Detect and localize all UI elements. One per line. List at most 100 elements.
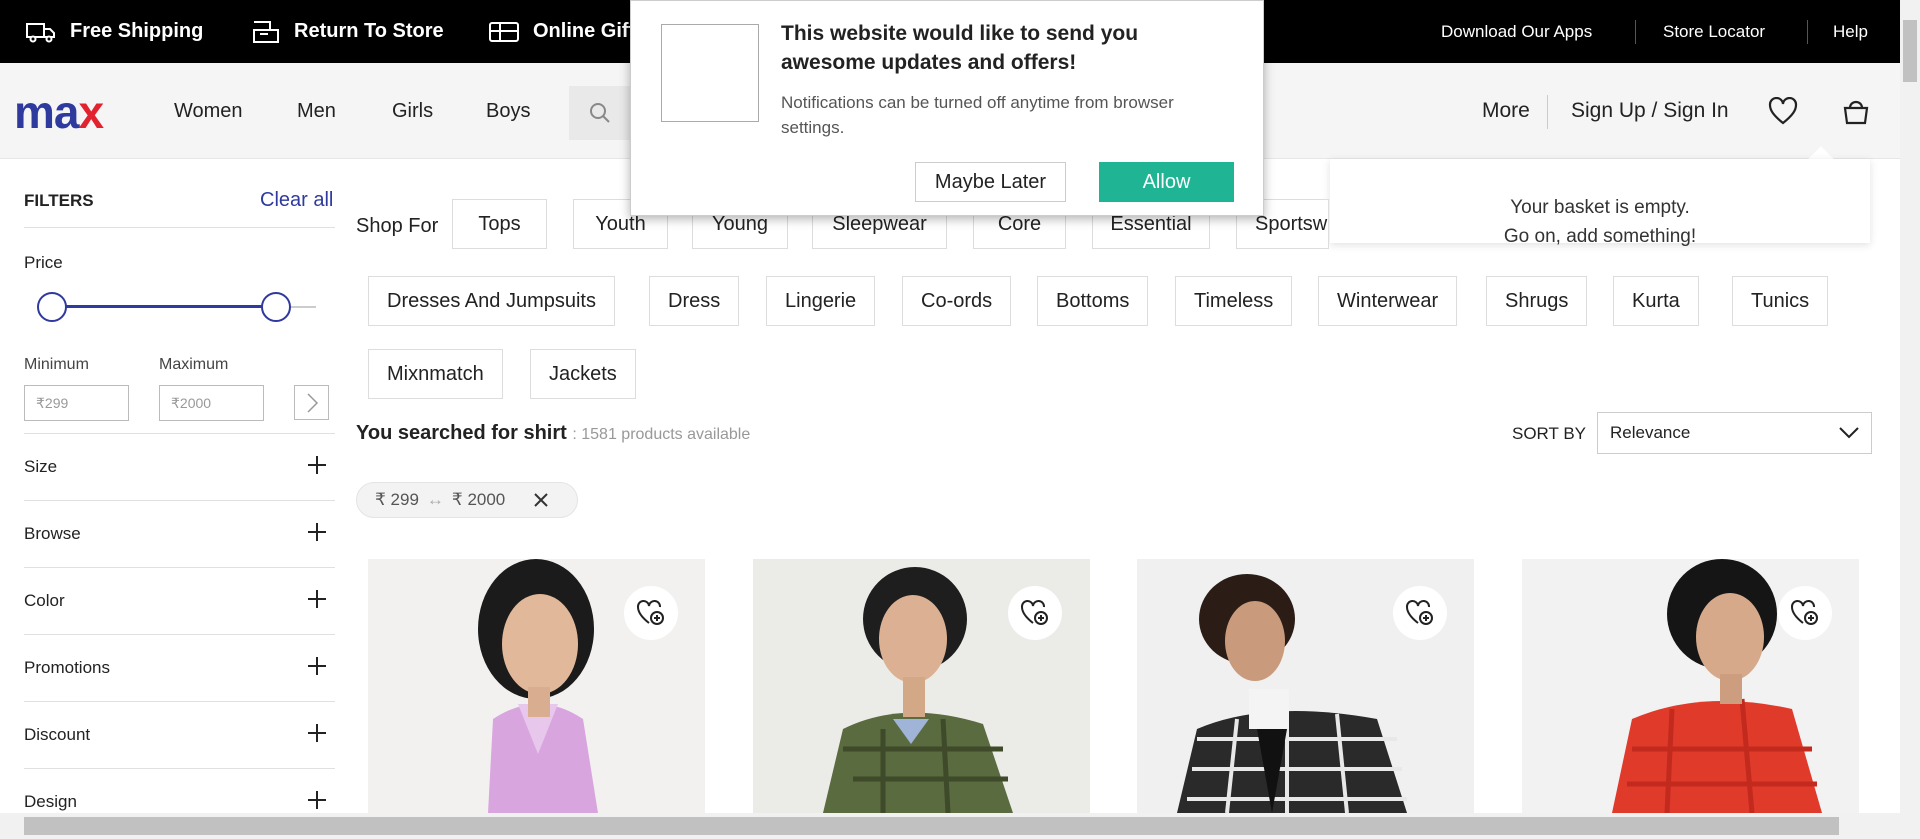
nav-men[interactable]: Men bbox=[297, 63, 336, 159]
plus-icon bbox=[307, 522, 327, 547]
facet-label: Design bbox=[24, 792, 77, 811]
chevron-right-icon bbox=[306, 392, 318, 413]
chip-kurta[interactable]: Kurta bbox=[1613, 276, 1699, 326]
plus-icon bbox=[307, 723, 327, 748]
add-to-wishlist-button[interactable] bbox=[624, 586, 678, 640]
search-query-text: You searched for shirt bbox=[356, 422, 567, 444]
chip-dress[interactable]: Dress bbox=[649, 276, 740, 326]
heart-plus-icon bbox=[637, 600, 664, 625]
download-apps-link[interactable]: Download Our Apps bbox=[1441, 0, 1592, 63]
product-count: : 1581 products available bbox=[572, 426, 751, 443]
chip-bottoms[interactable]: Bottoms bbox=[1037, 276, 1149, 326]
shop-for-label: Shop For bbox=[356, 215, 439, 237]
help-link[interactable]: Help bbox=[1833, 0, 1868, 63]
basket-empty-line1: Your basket is empty. bbox=[1510, 197, 1690, 218]
sort-select[interactable]: Relevance bbox=[1597, 412, 1872, 454]
nav-women[interactable]: Women bbox=[174, 63, 243, 159]
store-locator-label: Store Locator bbox=[1663, 21, 1766, 41]
divider bbox=[1547, 95, 1548, 129]
divider bbox=[1635, 20, 1636, 44]
sort-by-label: SORT BY bbox=[1512, 424, 1587, 443]
remove-filter-button[interactable] bbox=[532, 491, 550, 514]
facet-label: Browse bbox=[24, 524, 81, 543]
maximum-label: Maximum bbox=[159, 356, 229, 373]
notification-permission-popup: This website would like to send you awes… bbox=[630, 0, 1264, 216]
chip-co-ords[interactable]: Co-ords bbox=[902, 276, 1012, 326]
price-title: Price bbox=[24, 253, 63, 272]
search-input[interactable] bbox=[569, 86, 631, 140]
divider bbox=[24, 227, 335, 228]
chip-mixnmatch[interactable]: Mixnmatch bbox=[368, 349, 503, 399]
chip-tops[interactable]: Tops bbox=[452, 199, 547, 249]
max-price-field[interactable]: ₹2000 bbox=[159, 385, 264, 421]
basket-button[interactable] bbox=[1842, 63, 1870, 159]
active-price-filter: ₹ 299 ↔ ₹ 2000 bbox=[356, 482, 578, 518]
chip-winterwear[interactable]: Winterwear bbox=[1318, 276, 1458, 326]
filters-title: FILTERS bbox=[24, 191, 94, 210]
popup-title: This website would like to send you awes… bbox=[781, 22, 1139, 74]
filter-min-value: ₹ 299 bbox=[375, 490, 419, 509]
logo-ma: ma bbox=[14, 86, 79, 138]
store-locator-link[interactable]: Store Locator bbox=[1663, 0, 1765, 63]
min-price-field[interactable]: ₹299 bbox=[24, 385, 129, 421]
wishlist-button[interactable] bbox=[1768, 63, 1798, 159]
apply-price-button[interactable] bbox=[294, 385, 329, 420]
download-apps-label: Download Our Apps bbox=[1441, 21, 1593, 41]
search-icon bbox=[590, 103, 610, 123]
add-to-wishlist-button[interactable] bbox=[1778, 586, 1832, 640]
facet-discount[interactable]: Discount bbox=[24, 701, 335, 768]
gift-card-icon bbox=[489, 21, 519, 42]
basket-empty-line2: Go on, add something! bbox=[1503, 226, 1697, 247]
add-to-wishlist-button[interactable] bbox=[1393, 586, 1447, 640]
horizontal-scrollbar-thumb[interactable] bbox=[24, 817, 1839, 835]
vertical-scrollbar-thumb[interactable] bbox=[1903, 20, 1917, 82]
chip-lingerie[interactable]: Lingerie bbox=[766, 276, 876, 326]
facet-label: Promotions bbox=[24, 658, 110, 677]
range-arrows-icon: ↔ bbox=[426, 490, 444, 509]
more-menu[interactable]: More bbox=[1482, 63, 1530, 159]
max-logo[interactable]: max bbox=[14, 85, 104, 139]
truck-icon bbox=[26, 22, 55, 42]
facet-label: Discount bbox=[24, 725, 91, 744]
maybe-later-button[interactable]: Maybe Later bbox=[915, 162, 1066, 202]
plus-icon bbox=[307, 455, 327, 480]
online-gift-label: Online Gift bbox=[533, 20, 636, 42]
chip-tunics[interactable]: Tunics bbox=[1732, 276, 1829, 326]
return-to-store-label: Return To Store bbox=[294, 20, 444, 42]
facet-browse[interactable]: Browse bbox=[24, 500, 335, 567]
chip-dresses-and-jumpsuits[interactable]: Dresses And Jumpsuits bbox=[368, 276, 615, 326]
price-slider-max-handle[interactable] bbox=[261, 292, 291, 322]
facet-size[interactable]: Size bbox=[24, 433, 335, 500]
clear-all-link[interactable]: Clear all bbox=[260, 189, 333, 212]
free-shipping-label: Free Shipping bbox=[70, 20, 204, 42]
product-card[interactable] bbox=[1522, 559, 1859, 813]
vertical-scrollbar[interactable] bbox=[1900, 0, 1920, 839]
store-return-icon bbox=[253, 20, 279, 43]
chip-timeless[interactable]: Timeless bbox=[1175, 276, 1293, 326]
return-to-store-link[interactable]: Return To Store bbox=[252, 0, 444, 63]
product-card[interactable] bbox=[1137, 559, 1474, 813]
free-shipping-link[interactable]: Free Shipping bbox=[26, 0, 203, 63]
divider bbox=[1807, 20, 1808, 44]
close-icon bbox=[534, 493, 548, 507]
facet-promotions[interactable]: Promotions bbox=[24, 634, 335, 701]
allow-button[interactable]: Allow bbox=[1099, 162, 1234, 202]
price-slider-min-handle[interactable] bbox=[37, 292, 67, 322]
basket-icon bbox=[1843, 100, 1869, 125]
facet-color[interactable]: Color bbox=[24, 567, 335, 634]
nav-girls[interactable]: Girls bbox=[392, 63, 433, 159]
chip-jackets[interactable]: Jackets bbox=[530, 349, 636, 399]
nav-boys[interactable]: Boys bbox=[486, 63, 530, 159]
product-card[interactable] bbox=[368, 559, 705, 813]
sign-in-link[interactable]: Sign Up / Sign In bbox=[1571, 63, 1729, 159]
chip-shrugs[interactable]: Shrugs bbox=[1486, 276, 1588, 326]
product-card[interactable] bbox=[753, 559, 1090, 813]
filter-max-value: ₹ 2000 bbox=[451, 490, 506, 509]
logo-x: x bbox=[78, 86, 104, 138]
chevron-down-icon bbox=[1839, 427, 1859, 439]
add-to-wishlist-button[interactable] bbox=[1008, 586, 1062, 640]
plus-icon bbox=[307, 589, 327, 614]
help-label: Help bbox=[1833, 21, 1868, 41]
popup-subtitle: Notifications can be turned off anytime … bbox=[781, 93, 1174, 137]
online-gift-link[interactable]: Online Gift bbox=[489, 0, 635, 63]
